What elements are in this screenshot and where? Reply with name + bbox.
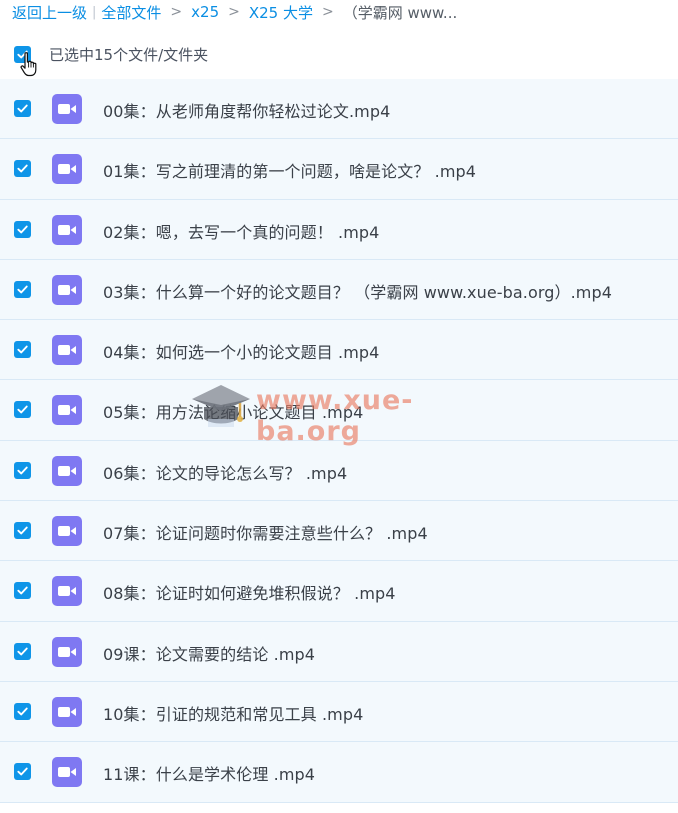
checkmark-icon bbox=[17, 285, 28, 294]
video-file-icon bbox=[52, 757, 82, 788]
video-camera-icon bbox=[58, 586, 76, 597]
checkmark-icon bbox=[17, 526, 28, 535]
video-camera-icon bbox=[58, 465, 76, 476]
row-checkbox[interactable] bbox=[14, 341, 31, 359]
file-name[interactable]: 00集：从老师角度帮你轻松过论文.mp4 bbox=[103, 98, 390, 122]
video-file-icon bbox=[52, 214, 82, 245]
list-item[interactable]: 01集：写之前理清的第一个问题，啥是论文？ .mp4 bbox=[0, 139, 678, 200]
video-camera-icon bbox=[58, 224, 76, 235]
file-name[interactable]: 07集：论证问题时你需要注意些什么？ .mp4 bbox=[103, 520, 428, 544]
file-list: 00集：从老师角度帮你轻松过论文.mp4 01集：写之前理清的第一个问题，啥是论… bbox=[0, 79, 678, 803]
video-file-icon bbox=[52, 395, 82, 426]
checkmark-icon bbox=[17, 647, 28, 656]
video-camera-icon bbox=[58, 164, 76, 175]
breadcrumb-x25-university[interactable]: X25 大学 bbox=[249, 2, 313, 23]
video-file-icon bbox=[52, 154, 82, 185]
video-file-icon bbox=[52, 636, 82, 667]
video-file-icon bbox=[52, 455, 82, 486]
checkmark-icon bbox=[17, 707, 28, 716]
list-item[interactable]: 08集：论证时如何避免堆积假说？ .mp4 bbox=[0, 561, 678, 622]
checkmark-icon bbox=[17, 466, 28, 475]
hand-pointer-icon bbox=[20, 52, 37, 77]
breadcrumb: 返回上一级 | 全部文件 > x25 > X25 大学 > （学霸网 www..… bbox=[12, 0, 457, 24]
video-file-icon bbox=[52, 516, 82, 547]
video-camera-icon bbox=[58, 526, 76, 537]
list-item[interactable]: 06集：论文的导论怎么写？ .mp4 bbox=[0, 440, 678, 502]
row-checkbox[interactable] bbox=[14, 280, 31, 298]
list-item[interactable]: 04集：如何选一个小的论文题目 .mp4 bbox=[0, 320, 678, 381]
breadcrumb-separator: > bbox=[170, 4, 183, 20]
row-checkbox[interactable] bbox=[14, 642, 31, 660]
video-camera-icon bbox=[58, 646, 76, 657]
file-name[interactable]: 01集：写之前理清的第一个问题，啥是论文？ .mp4 bbox=[103, 158, 476, 182]
video-camera-icon bbox=[58, 405, 76, 416]
video-camera-icon bbox=[58, 284, 76, 295]
breadcrumb-current: （学霸网 www... bbox=[342, 3, 458, 22]
row-checkbox[interactable] bbox=[14, 582, 31, 600]
checkmark-icon bbox=[17, 406, 28, 414]
checkmark-icon bbox=[17, 767, 28, 776]
list-item[interactable]: 02集：嗯，去写一个真的问题！ .mp4 bbox=[0, 199, 678, 260]
selection-count: 已选中15个文件/文件夹 bbox=[49, 46, 209, 64]
video-camera-icon bbox=[58, 104, 76, 114]
list-item[interactable]: 07集：论证问题时你需要注意些什么？ .mp4 bbox=[0, 501, 678, 562]
row-checkbox[interactable] bbox=[14, 461, 31, 479]
breadcrumb-separator: > bbox=[228, 4, 240, 20]
back-link[interactable]: 返回上一级 bbox=[12, 2, 87, 23]
video-camera-icon bbox=[58, 345, 76, 356]
row-checkbox[interactable] bbox=[14, 763, 31, 781]
file-name[interactable]: 03集：什么算一个好的论文题目？ （学霸网 www.xue-ba.org）.mp… bbox=[103, 279, 612, 303]
list-item[interactable]: 09课：论文需要的结论 .mp4 bbox=[0, 621, 678, 682]
file-name[interactable]: 10集：引证的规范和常见工具 .mp4 bbox=[103, 701, 363, 725]
file-name[interactable]: 06集：论文的导论怎么写？ .mp4 bbox=[103, 460, 347, 484]
list-item[interactable]: 05集：用方法论缩小论文题目 .mp4 bbox=[0, 380, 678, 441]
checkmark-icon bbox=[17, 225, 28, 233]
row-checkbox[interactable] bbox=[14, 401, 31, 419]
video-camera-icon bbox=[58, 767, 76, 778]
video-file-icon bbox=[52, 94, 82, 124]
file-name[interactable]: 02集：嗯，去写一个真的问题！ .mp4 bbox=[103, 219, 379, 243]
row-checkbox[interactable] bbox=[14, 220, 31, 238]
row-checkbox[interactable] bbox=[14, 160, 31, 178]
list-item[interactable]: 00集：从老师角度帮你轻松过论文.mp4 bbox=[0, 79, 678, 140]
file-name[interactable]: 04集：如何选一个小的论文题目 .mp4 bbox=[103, 339, 379, 363]
file-name[interactable]: 11课：什么是学术伦理 .mp4 bbox=[103, 761, 315, 785]
video-file-icon bbox=[52, 274, 82, 305]
checkmark-icon bbox=[17, 164, 28, 173]
file-name[interactable]: 05集：用方法论缩小论文题目 .mp4 bbox=[103, 399, 363, 423]
list-item[interactable]: 10集：引证的规范和常见工具 .mp4 bbox=[0, 681, 678, 743]
list-item[interactable]: 11课：什么是学术伦理 .mp4 bbox=[0, 742, 678, 803]
row-checkbox[interactable] bbox=[14, 522, 31, 540]
checkmark-icon bbox=[17, 104, 28, 113]
breadcrumb-x25[interactable]: x25 bbox=[191, 3, 219, 21]
video-camera-icon bbox=[58, 706, 76, 717]
video-file-icon bbox=[52, 335, 82, 366]
row-checkbox[interactable] bbox=[14, 100, 31, 117]
file-name[interactable]: 09课：论文需要的结论 .mp4 bbox=[103, 641, 315, 665]
selection-bar: 已选中15个文件/文件夹 bbox=[0, 40, 678, 77]
breadcrumb-all-files[interactable]: 全部文件 bbox=[101, 2, 161, 23]
row-checkbox[interactable] bbox=[14, 702, 31, 720]
checkmark-icon bbox=[17, 586, 28, 595]
file-name[interactable]: 08集：论证时如何避免堆积假说？ .mp4 bbox=[103, 580, 396, 604]
breadcrumb-separator: > bbox=[322, 4, 334, 20]
checkmark-icon bbox=[17, 345, 28, 354]
video-file-icon bbox=[52, 576, 82, 607]
video-file-icon bbox=[52, 696, 82, 727]
list-item[interactable]: 03集：什么算一个好的论文题目？ （学霸网 www.xue-ba.org）.mp… bbox=[0, 259, 678, 321]
breadcrumb-divider: | bbox=[92, 4, 97, 20]
